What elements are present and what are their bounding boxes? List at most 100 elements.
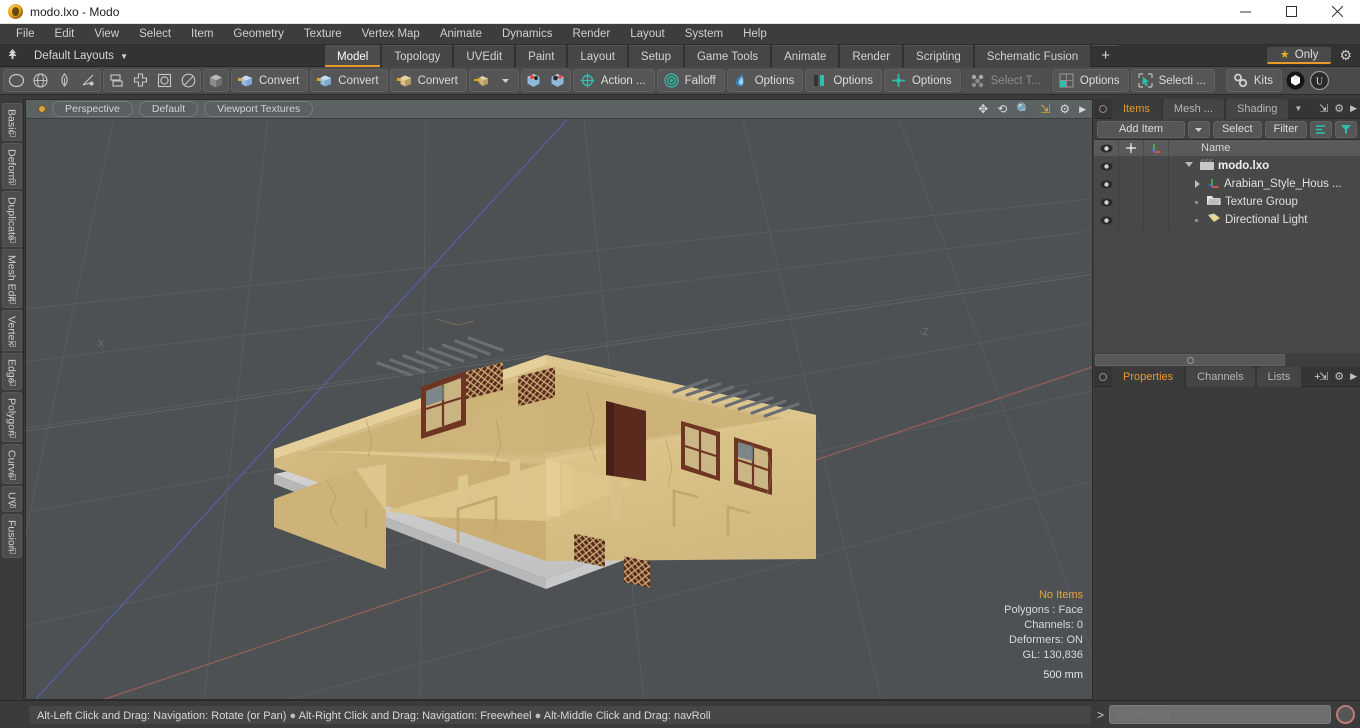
command-input[interactable] bbox=[1109, 705, 1331, 724]
fit-icon[interactable]: ⇲ bbox=[1040, 103, 1050, 115]
items-tree[interactable]: modo.lxo Arabian_Style_Hous ... Texture … bbox=[1094, 157, 1360, 353]
snap-options-button[interactable]: Options bbox=[883, 69, 961, 92]
default-layouts-dropdown[interactable]: Default Layouts ▼ bbox=[24, 50, 138, 62]
vtab-deform[interactable]: Deform bbox=[1, 142, 22, 190]
chevron-right-icon[interactable]: ▶ bbox=[1350, 371, 1357, 382]
tab-channels[interactable]: Channels bbox=[1186, 366, 1255, 387]
tab-mesh[interactable]: Mesh ... bbox=[1162, 98, 1225, 119]
tab-properties[interactable]: Properties bbox=[1112, 366, 1185, 387]
cube-icon[interactable] bbox=[204, 69, 228, 92]
tab-uvedit[interactable]: UVEdit bbox=[454, 44, 515, 67]
menu-vertex-map[interactable]: Vertex Map bbox=[352, 26, 430, 42]
tab-scripting[interactable]: Scripting bbox=[904, 44, 973, 67]
gear-icon[interactable]: ⚙ bbox=[1059, 103, 1070, 115]
home-tree-icon[interactable] bbox=[0, 48, 24, 64]
funnel-icon[interactable] bbox=[1335, 120, 1357, 138]
vtab-duplicate[interactable]: Duplicate bbox=[1, 191, 22, 247]
square-in-square-icon[interactable] bbox=[152, 69, 176, 92]
chevron-down-icon[interactable] bbox=[494, 69, 518, 92]
cube-falloff-a-icon[interactable] bbox=[522, 69, 546, 92]
eye-icon[interactable] bbox=[1094, 211, 1119, 229]
menu-layout[interactable]: Layout bbox=[620, 26, 675, 42]
unreal-icon[interactable]: U bbox=[1308, 69, 1330, 92]
expand-icon[interactable]: ⇲ bbox=[1319, 102, 1328, 115]
filter-button[interactable]: Filter bbox=[1264, 120, 1307, 138]
list-item[interactable]: modo.lxo bbox=[1094, 157, 1360, 175]
menu-geometry[interactable]: Geometry bbox=[223, 26, 294, 42]
tab-animate[interactable]: Animate bbox=[772, 44, 839, 67]
action-center-button[interactable]: Action ... bbox=[572, 69, 655, 92]
expand-icon[interactable]: ⇲ bbox=[1319, 370, 1328, 383]
vtab-vertex[interactable]: Vertex bbox=[1, 309, 22, 352]
record-icon[interactable] bbox=[1336, 705, 1355, 724]
tab-schematic-fusion[interactable]: Schematic Fusion bbox=[974, 44, 1091, 67]
viewport-3d[interactable]: Perspective Default Viewport Textures ✥ … bbox=[25, 99, 1093, 700]
cube-falloff-b-icon[interactable] bbox=[546, 69, 570, 92]
eye-icon[interactable] bbox=[1094, 157, 1119, 175]
maximize-button[interactable] bbox=[1268, 0, 1314, 24]
menu-render[interactable]: Render bbox=[562, 26, 620, 42]
add-item-dropdown[interactable] bbox=[1187, 120, 1210, 138]
cone-icon[interactable] bbox=[76, 69, 100, 92]
vtab-curve[interactable]: Curve bbox=[1, 443, 22, 484]
cube-yellow-icon[interactable] bbox=[470, 69, 494, 92]
circle-icon[interactable] bbox=[4, 69, 28, 92]
rotate-icon[interactable]: ⟲ bbox=[997, 103, 1007, 115]
chevron-down-icon[interactable]: ▼ bbox=[1294, 104, 1302, 113]
selection-sets-button[interactable]: Selecti ... bbox=[1130, 69, 1215, 92]
falloff-button[interactable]: Falloff bbox=[656, 69, 725, 92]
zoom-icon[interactable]: 🔍 bbox=[1016, 103, 1031, 115]
gear-icon[interactable]: ⚙ bbox=[1335, 47, 1356, 64]
list-item[interactable]: Directional Light bbox=[1094, 211, 1360, 229]
chevron-right-icon[interactable] bbox=[1195, 180, 1200, 188]
menu-edit[interactable]: Edit bbox=[45, 26, 85, 42]
gear-icon[interactable]: ⚙ bbox=[1334, 102, 1344, 115]
properties-body[interactable] bbox=[1094, 387, 1360, 700]
gear-icon[interactable]: ⚙ bbox=[1334, 370, 1344, 383]
convert-button-2[interactable]: Convert bbox=[310, 69, 388, 92]
list-item[interactable]: Texture Group bbox=[1094, 193, 1360, 211]
items-horizontal-scrollbar[interactable] bbox=[1094, 353, 1360, 367]
viewport-view-selector[interactable]: Perspective bbox=[52, 101, 133, 117]
vtab-edge[interactable]: Edge bbox=[1, 353, 22, 390]
tab-render[interactable]: Render bbox=[840, 44, 903, 67]
menu-file[interactable]: File bbox=[6, 26, 45, 42]
viewport-canvas[interactable]: -X -Z No Items Polygons: Face Channels:… bbox=[26, 119, 1092, 699]
falloff-options-button[interactable]: Options bbox=[726, 69, 804, 92]
tab-model[interactable]: Model bbox=[325, 44, 381, 67]
eye-icon[interactable] bbox=[1094, 175, 1119, 193]
tab-layout[interactable]: Layout bbox=[568, 44, 627, 67]
tab-shading[interactable]: Shading bbox=[1226, 98, 1289, 119]
vtab-fusion[interactable]: Fusion bbox=[1, 514, 22, 558]
add-item-button[interactable]: Add Item bbox=[1097, 120, 1185, 138]
viewport-textures-toggle[interactable]: Viewport Textures bbox=[204, 101, 314, 117]
tab-topology[interactable]: Topology bbox=[382, 44, 453, 67]
chevron-right-icon[interactable]: ▶ bbox=[1350, 103, 1357, 114]
menu-system[interactable]: System bbox=[675, 26, 733, 42]
select-through-button[interactable]: Select T... bbox=[962, 69, 1050, 92]
add-tab-button[interactable]: + bbox=[1092, 44, 1119, 67]
chevron-down-icon[interactable] bbox=[1185, 161, 1193, 171]
tab-setup[interactable]: Setup bbox=[628, 44, 683, 67]
chevron-right-icon[interactable]: ▶ bbox=[1079, 104, 1086, 114]
close-button[interactable] bbox=[1314, 0, 1360, 24]
menu-select[interactable]: Select bbox=[129, 26, 181, 42]
menu-dynamics[interactable]: Dynamics bbox=[492, 26, 562, 42]
tab-lists[interactable]: Lists bbox=[1256, 366, 1302, 387]
ellipse-icon[interactable] bbox=[176, 69, 200, 92]
tab-paint[interactable]: Paint bbox=[516, 44, 567, 67]
list-item[interactable]: Arabian_Style_Hous ... bbox=[1094, 175, 1360, 193]
array-icon[interactable] bbox=[128, 69, 152, 92]
menu-help[interactable]: Help bbox=[733, 26, 777, 42]
scrollbar-thumb[interactable] bbox=[1095, 354, 1285, 366]
menu-item[interactable]: Item bbox=[181, 26, 223, 42]
workplane-options-button[interactable]: Options bbox=[1051, 69, 1129, 92]
only-toggle[interactable]: ★ Only bbox=[1266, 47, 1332, 64]
menu-animate[interactable]: Animate bbox=[430, 26, 492, 42]
tab-game-tools[interactable]: Game Tools bbox=[684, 44, 771, 67]
pen-icon[interactable] bbox=[52, 69, 76, 92]
symmetry-options-button[interactable]: Options bbox=[805, 69, 882, 92]
minimize-button[interactable] bbox=[1222, 0, 1268, 24]
eye-icon[interactable] bbox=[1094, 193, 1119, 211]
mirror-icon[interactable] bbox=[104, 69, 128, 92]
